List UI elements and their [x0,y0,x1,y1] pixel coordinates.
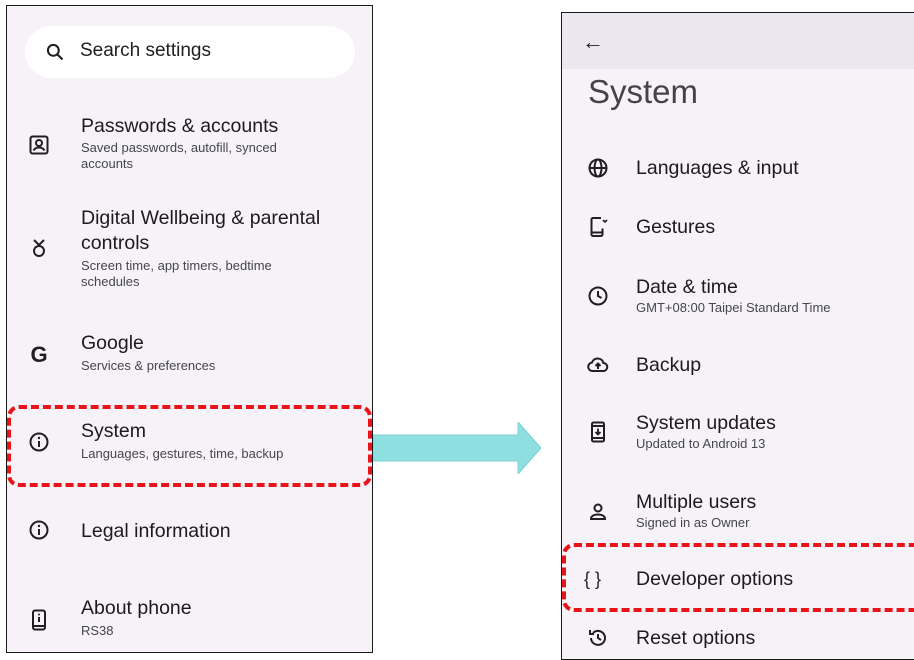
item-title: Languages & input [636,157,799,179]
system-update-icon [586,420,610,444]
top-app-bar: ← [562,13,914,69]
item-subtitle: Updated to Android 13 [636,436,766,451]
item-subtitle: Signed in as Owner [636,515,750,530]
search-icon [46,43,64,61]
system-item-system-updates[interactable]: System updates Updated to Android 13 [562,411,914,456]
item-title: System updates [636,412,776,434]
item-title: Digital Wellbeing & parental [81,207,321,229]
item-title: Legal information [81,520,231,542]
person-icon [586,500,610,524]
item-title: controls [81,232,150,254]
system-item-multiple-users[interactable]: Multiple users Signed in as Owner [562,490,914,535]
search-settings-bar[interactable]: Search settings [25,26,355,78]
system-item-languages-input[interactable]: Languages & input [562,153,914,183]
google-icon: G [30,342,48,367]
developer-options-highlight-box [562,543,914,612]
item-title: Passwords & accounts [81,115,279,137]
system-item-date-time[interactable]: Date & time GMT+08:00 Taipei Standard Ti… [562,275,914,320]
settings-item-passwords-accounts[interactable]: Passwords & accounts Saved passwords, au… [7,114,372,174]
system-highlight-box [7,405,372,487]
settings-item-about-phone[interactable]: About phone RS38 [7,596,372,641]
page-title: System [588,73,699,110]
item-title: Gestures [636,216,716,238]
clock-icon [586,284,610,308]
item-title: Backup [636,354,702,376]
item-title: Google [81,332,144,354]
globe-icon [586,156,610,180]
item-subtitle: Screen time, app timers, bedtime [81,258,272,273]
item-subtitle: GMT+08:00 Taipei Standard Time [636,300,831,315]
account-box-icon [27,133,51,157]
settings-item-legal-information[interactable]: Legal information [7,516,372,546]
item-title: About phone [81,597,192,619]
item-title: Reset options [636,627,756,649]
item-title: Multiple users [636,491,757,513]
navigation-arrow [373,422,542,474]
item-title: Date & time [636,276,738,298]
wellbeing-icon [27,236,51,260]
restore-icon [586,626,610,650]
system-item-gestures[interactable]: Gestures [562,213,914,243]
phone-icon [27,608,51,632]
item-subtitle: accounts [81,156,134,171]
item-subtitle: RS38 [81,623,114,638]
settings-screen: Search settings Passwords & accounts Sav… [6,5,373,653]
gestures-icon [586,215,610,239]
search-placeholder: Search settings [80,40,211,61]
item-subtitle: schedules [81,274,140,289]
settings-item-digital-wellbeing[interactable]: Digital Wellbeing & parental controls Sc… [7,206,372,296]
item-subtitle: Saved passwords, autofill, synced [81,140,277,155]
item-subtitle: Services & preferences [81,358,216,373]
system-item-backup[interactable]: Backup [562,351,914,381]
settings-item-google[interactable]: G Google Services & preferences [7,331,372,376]
cloud-upload-icon [586,353,610,377]
system-item-reset-options[interactable]: Reset options [562,626,914,656]
info-icon [27,518,51,542]
arrow-back-icon[interactable]: ← [582,29,604,55]
